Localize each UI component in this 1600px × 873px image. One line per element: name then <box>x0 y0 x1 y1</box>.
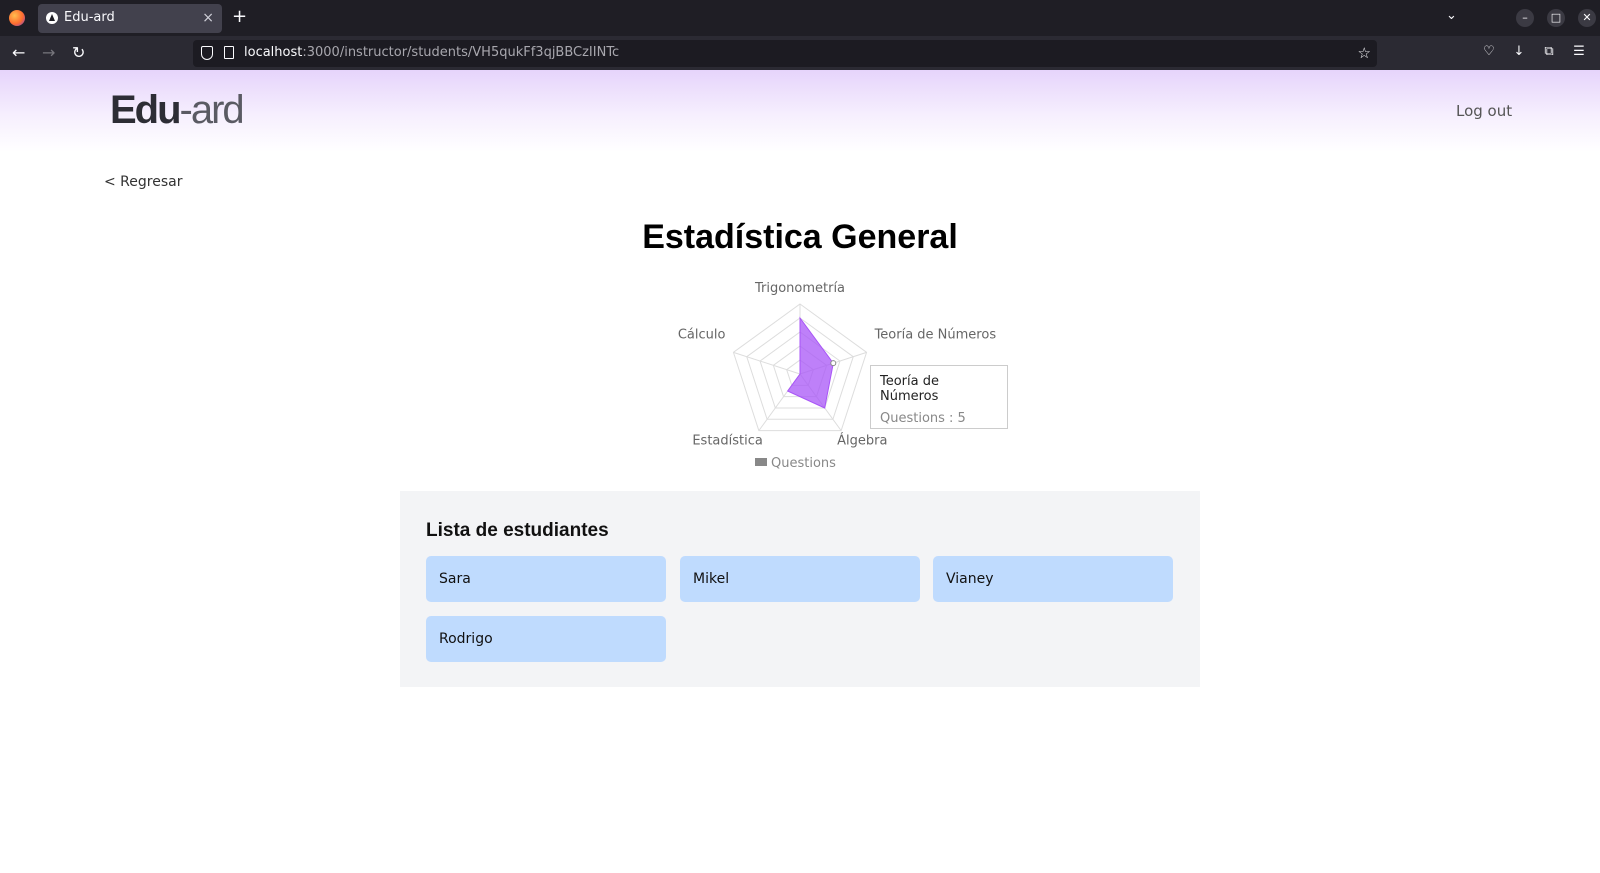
active-data-point <box>830 360 837 367</box>
logo-thin: -ard <box>179 88 245 132</box>
page-title: Estadística General <box>642 218 958 256</box>
site-logo[interactable]: Edu-ard <box>110 88 245 133</box>
chart-tooltip: Teoría de Números Questions : 5 <box>870 365 1008 429</box>
tab-list-icon[interactable]: ⌄ <box>1446 8 1457 23</box>
browser-tab-bar: Edu-ard × + ⌄ – □ ✕ <box>0 0 1600 36</box>
chart-legend[interactable]: Questions <box>755 456 836 471</box>
reload-icon[interactable]: ↻ <box>72 43 85 63</box>
student-card[interactable]: Mikel <box>680 556 920 602</box>
firefox-icon <box>9 10 25 26</box>
student-card[interactable]: Sara <box>426 556 666 602</box>
page-content: Edu-ard Log out < Regresar Estadística G… <box>0 70 1600 873</box>
close-window-icon[interactable]: ✕ <box>1578 9 1596 27</box>
students-panel: Lista de estudiantes Sara Mikel Vianey R… <box>400 491 1200 687</box>
tab-title: Edu-ard <box>64 10 115 25</box>
site-header: Edu-ard Log out <box>0 70 1600 152</box>
axis-label-0: Trigonometría <box>754 281 845 296</box>
series-area-questions <box>786 316 834 409</box>
forward-arrow-icon[interactable]: → <box>42 43 55 63</box>
bookmark-star-icon[interactable]: ☆ <box>1358 44 1371 62</box>
url-text[interactable]: localhost:3000/instructor/students/VH5qu… <box>244 45 619 60</box>
new-tab-button[interactable]: + <box>232 6 247 28</box>
page-info-icon[interactable] <box>224 46 234 59</box>
legend-label: Questions <box>771 456 836 471</box>
download-icon[interactable]: ↓ <box>1512 45 1526 59</box>
logo-bold: Edu <box>110 88 182 132</box>
back-link[interactable]: < Regresar <box>104 174 182 190</box>
tooltip-title: Teoría de Números <box>880 374 939 404</box>
shield-icon[interactable] <box>201 46 213 60</box>
students-title: Lista de estudiantes <box>426 520 609 541</box>
extensions-icon[interactable]: ⧉ <box>1542 45 1556 59</box>
logout-link[interactable]: Log out <box>1456 102 1512 120</box>
axis-label-4: Cálculo <box>678 327 726 342</box>
url-host: localhost <box>244 45 303 60</box>
back-arrow-icon[interactable]: ← <box>12 43 25 63</box>
maximize-icon[interactable]: □ <box>1547 9 1565 27</box>
axis-label-2: Álgebra <box>837 433 887 449</box>
url-path: :3000/instructor/students/VH5qukFf3qjBBC… <box>302 45 620 60</box>
menu-icon[interactable]: ☰ <box>1572 45 1586 59</box>
student-card[interactable]: Rodrigo <box>426 616 666 662</box>
axis-label-3: Estadística <box>692 434 763 449</box>
pocket-icon[interactable]: ♡ <box>1482 45 1496 59</box>
axis-label-1: Teoría de Números <box>874 327 997 342</box>
legend-swatch <box>755 458 767 466</box>
student-card[interactable]: Vianey <box>933 556 1173 602</box>
close-tab-icon[interactable]: × <box>202 9 214 27</box>
browser-tab[interactable]: Edu-ard × <box>38 4 222 33</box>
browser-nav-bar: ← → ↻ localhost:3000/instructor/students… <box>0 36 1600 70</box>
url-bar[interactable]: localhost:3000/instructor/students/VH5qu… <box>193 40 1377 67</box>
tooltip-value: Questions : 5 <box>880 411 966 426</box>
minimize-icon[interactable]: – <box>1516 9 1534 27</box>
favicon-icon <box>46 12 58 24</box>
